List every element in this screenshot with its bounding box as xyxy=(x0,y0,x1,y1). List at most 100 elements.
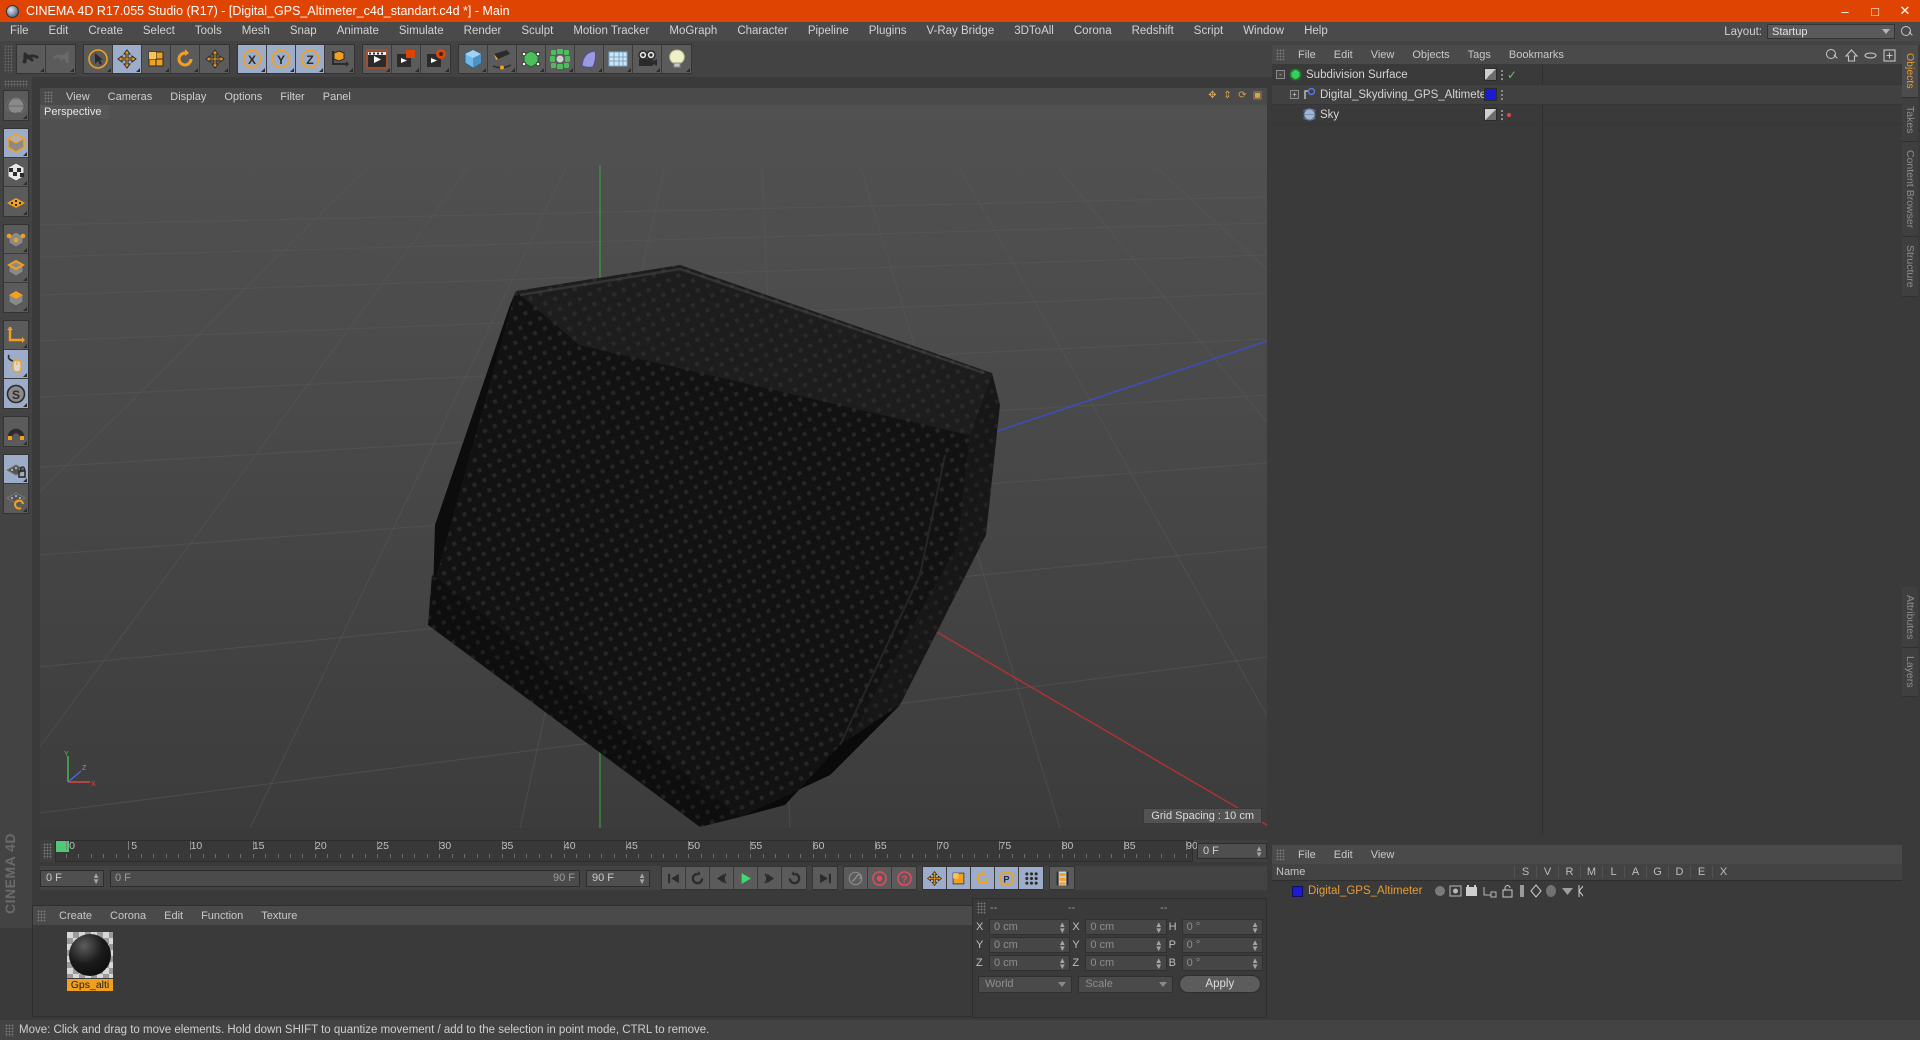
attribute-column-e[interactable]: E xyxy=(1690,866,1712,878)
layout-dropdown[interactable]: Startup xyxy=(1767,24,1895,39)
move-view-icon[interactable]: ✥ xyxy=(1207,90,1218,101)
dropdown-corner-icon[interactable] xyxy=(319,68,323,72)
attribute-column-r[interactable]: R xyxy=(1558,866,1580,878)
menu-pipeline[interactable]: Pipeline xyxy=(798,22,859,41)
texture-mode-button[interactable] xyxy=(4,158,28,187)
attribute-menu-file[interactable]: File xyxy=(1289,849,1325,861)
timeline-film-button[interactable] xyxy=(1050,867,1074,889)
material-name[interactable]: Gps_alti xyxy=(67,979,113,991)
dropdown-corner-icon[interactable] xyxy=(40,68,44,72)
redo-button[interactable] xyxy=(46,45,75,73)
dropdown-corner-icon[interactable] xyxy=(261,68,265,72)
dropdown-corner-icon[interactable] xyxy=(23,248,27,252)
maximize-button[interactable]: □ xyxy=(1860,0,1890,22)
coord-input-position[interactable]: 0 cm ▲ ▼ xyxy=(989,918,1071,935)
move-button[interactable] xyxy=(113,45,142,73)
object-tag-cell[interactable] xyxy=(1484,88,1503,101)
coord-input-rotation[interactable]: 0 ° ▲ ▼ xyxy=(1181,936,1263,953)
undo-view-button[interactable] xyxy=(4,91,28,120)
render-picture-viewer-button[interactable] xyxy=(392,45,421,73)
object-tag-cell[interactable] xyxy=(1484,108,1511,121)
attribute-column-a[interactable]: A xyxy=(1624,866,1646,878)
autokey-wrench-button[interactable] xyxy=(844,867,868,889)
enable-tweak-button[interactable] xyxy=(4,350,28,379)
dropdown-corner-icon[interactable] xyxy=(23,277,27,281)
model-mode-button[interactable] xyxy=(4,129,28,158)
viewport-menu-panel[interactable]: Panel xyxy=(314,91,360,103)
record-button[interactable] xyxy=(868,867,892,889)
search-icon[interactable] xyxy=(1825,48,1839,62)
tree-expander-icon[interactable]: - xyxy=(1276,70,1285,79)
undo-button[interactable] xyxy=(17,45,46,73)
menu-file[interactable]: File xyxy=(0,22,39,41)
object-manager-name-cell[interactable]: Sky xyxy=(1272,108,1480,121)
step-back-button[interactable] xyxy=(710,867,734,889)
material-menu-texture[interactable]: Texture xyxy=(252,910,306,922)
apply-button[interactable]: Apply xyxy=(1178,975,1261,993)
object-manager-row[interactable]: Sky xyxy=(1272,105,1902,125)
coordinate-mode-dropdown[interactable]: Scale xyxy=(1078,975,1173,993)
menu-v-ray-bridge[interactable]: V-Ray Bridge xyxy=(916,22,1004,41)
spinner-icon[interactable]: ▲ ▼ xyxy=(1058,956,1066,970)
dropdown-corner-icon[interactable] xyxy=(482,68,486,72)
visibility-dots-icon[interactable] xyxy=(1501,109,1503,120)
spinner-icon[interactable]: ▲ ▼ xyxy=(1155,956,1163,970)
attribute-column-name[interactable]: Name xyxy=(1272,866,1514,878)
spinner-icon[interactable]: ▲ ▼ xyxy=(1251,956,1259,970)
attribute-menu-view[interactable]: View xyxy=(1362,849,1404,861)
key-param-button[interactable]: P xyxy=(995,867,1019,889)
polygon-grid-button[interactable] xyxy=(4,187,28,216)
key-position-button[interactable] xyxy=(923,867,947,889)
menu-animate[interactable]: Animate xyxy=(327,22,389,41)
toolbar-grip[interactable] xyxy=(4,45,13,73)
attribute-column-m[interactable]: M xyxy=(1580,866,1602,878)
key-rotation-button[interactable] xyxy=(971,867,995,889)
render-view-button[interactable] xyxy=(363,45,392,73)
spinner-icon[interactable]: ▲ ▼ xyxy=(1255,845,1263,859)
dropdown-corner-icon[interactable] xyxy=(23,152,27,156)
right-tab-content-browser[interactable]: Content Browser xyxy=(1902,142,1918,238)
light-button[interactable] xyxy=(662,45,691,73)
menu-plugins[interactable]: Plugins xyxy=(859,22,917,41)
object-manager-grip[interactable] xyxy=(1276,48,1285,61)
axis-mode-button[interactable] xyxy=(4,321,28,350)
spinner-icon[interactable]: ▲ ▼ xyxy=(1155,920,1163,934)
viewport-3d[interactable]: Perspective Y X Z Grid Spacing: 10 cm xyxy=(40,105,1267,828)
material-menu-function[interactable]: Function xyxy=(192,910,252,922)
coord-input-size[interactable]: 0 cm ▲ ▼ xyxy=(1085,936,1167,953)
menu-edit[interactable]: Edit xyxy=(39,22,79,41)
axis-x-button[interactable]: X xyxy=(238,45,267,73)
dropdown-corner-icon[interactable] xyxy=(386,68,390,72)
dropdown-corner-icon[interactable] xyxy=(136,68,140,72)
viewport-menu-cameras[interactable]: Cameras xyxy=(99,91,162,103)
workplane-lock-button[interactable] xyxy=(4,455,28,484)
current-frame-marker[interactable] xyxy=(56,841,69,852)
object-tag-cell[interactable]: ✓ xyxy=(1484,68,1517,81)
menu-sculpt[interactable]: Sculpt xyxy=(511,22,563,41)
timeline-frame-field[interactable]: 0 F ▲ ▼ xyxy=(1197,843,1267,859)
scale-button[interactable] xyxy=(142,45,171,73)
enabled-check-icon[interactable]: ✓ xyxy=(1507,69,1517,81)
right-tab-objects[interactable]: Objects xyxy=(1902,45,1918,98)
dropdown-corner-icon[interactable] xyxy=(686,68,690,72)
coordinate-system-dropdown[interactable]: World xyxy=(978,975,1073,993)
menu-simulate[interactable]: Simulate xyxy=(389,22,454,41)
nurbs-button[interactable] xyxy=(517,45,546,73)
expand-icon[interactable] xyxy=(1883,48,1896,62)
soft-selection-button[interactable]: S xyxy=(4,379,28,408)
dropdown-corner-icon[interactable] xyxy=(540,68,544,72)
dropdown-corner-icon[interactable] xyxy=(23,441,27,445)
right-tab-attributes[interactable]: Attributes xyxy=(1902,586,1918,649)
key-pla-button[interactable] xyxy=(1019,867,1043,889)
menu-help[interactable]: Help xyxy=(1294,22,1338,41)
camera-button[interactable] xyxy=(633,45,662,73)
attribute-column-v[interactable]: V xyxy=(1536,866,1558,878)
viewport-menu-grip[interactable] xyxy=(44,90,53,103)
menu-tools[interactable]: Tools xyxy=(185,22,232,41)
right-tab-layers[interactable]: Layers xyxy=(1902,648,1918,697)
object-manager-menu-objects[interactable]: Objects xyxy=(1403,49,1458,61)
close-button[interactable]: ✕ xyxy=(1890,0,1920,22)
object-tag-panel-grip[interactable] xyxy=(1276,848,1285,861)
visibility-dots-icon[interactable] xyxy=(1501,69,1503,80)
search-icon[interactable] xyxy=(1900,25,1914,39)
